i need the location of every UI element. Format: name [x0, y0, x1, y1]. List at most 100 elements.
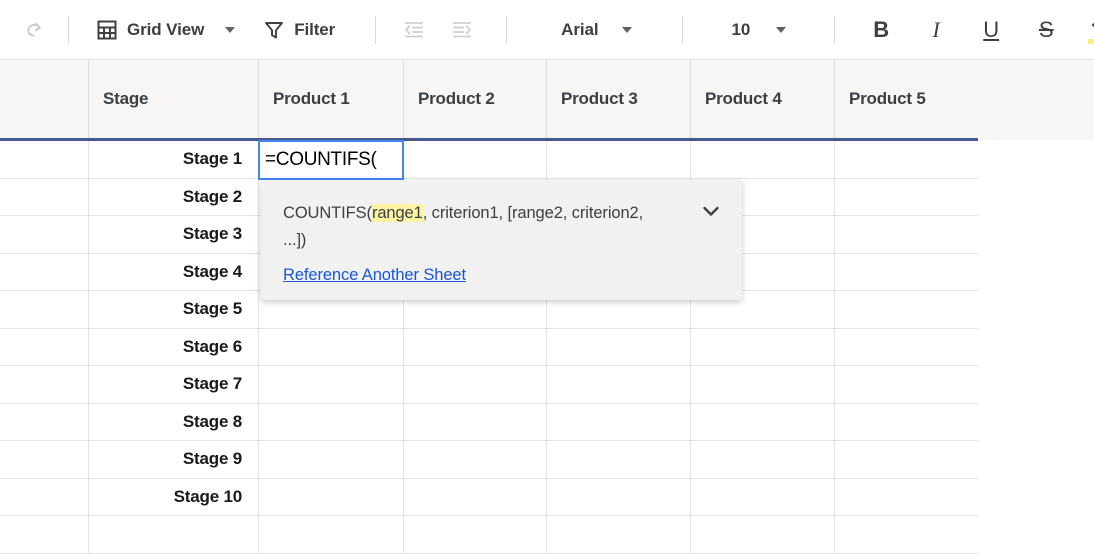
data-cell[interactable] [834, 291, 978, 329]
stage-label-cell[interactable]: Stage 6 [88, 328, 258, 366]
font-family-selector[interactable]: Arial [555, 11, 638, 49]
italic-button[interactable]: I [916, 10, 956, 50]
data-cell[interactable] [403, 478, 546, 516]
decrease-indent-button[interactable] [394, 10, 434, 50]
row-gutter-cell [0, 478, 88, 516]
increase-indent-button[interactable] [442, 10, 482, 50]
data-cell[interactable] [834, 366, 978, 404]
fill-color-button[interactable] [1081, 10, 1094, 50]
column-header-product-3[interactable]: Product 3 [546, 60, 690, 138]
grid-view-dropdown[interactable] [220, 10, 240, 50]
column-header-product-1[interactable]: Product 1 [258, 60, 403, 138]
row-gutter-cell [0, 291, 88, 329]
data-cell[interactable] [258, 328, 403, 366]
data-cell[interactable] [690, 328, 834, 366]
data-cell[interactable] [690, 403, 834, 441]
column-header-label: Product 2 [418, 89, 495, 108]
data-cell[interactable] [403, 441, 546, 479]
data-cell[interactable] [546, 141, 690, 179]
font-size-value: 10 [731, 19, 751, 39]
data-cell[interactable] [834, 516, 978, 554]
data-cell[interactable] [403, 516, 546, 554]
data-cell[interactable] [258, 441, 403, 479]
increase-indent-icon [450, 18, 474, 42]
formula-signature: COUNTIFS(range1, criterion1, [range2, cr… [283, 200, 653, 253]
row-gutter-cell [0, 403, 88, 441]
chevron-down-icon[interactable] [698, 198, 724, 229]
data-cell[interactable] [546, 478, 690, 516]
column-header-product-4[interactable]: Product 4 [690, 60, 834, 138]
formula-arg-highlighted: range1 [371, 204, 423, 222]
stage-label-cell[interactable]: Stage 2 [88, 178, 258, 216]
toolbar: Grid View Filter Arial 10 B I U S [0, 0, 1094, 60]
column-header-product-5[interactable]: Product 5 [834, 60, 978, 138]
data-cell[interactable] [546, 366, 690, 404]
stage-label-cell[interactable]: Stage 5 [88, 291, 258, 329]
data-cell[interactable] [690, 478, 834, 516]
column-header-stage[interactable]: Stage [88, 60, 258, 138]
table-row: Stage 8 [0, 403, 978, 441]
data-cell[interactable] [834, 216, 978, 254]
active-cell-value: =COUNTIFS( [265, 149, 377, 170]
underline-icon: U [983, 16, 1000, 42]
stage-label: Stage 6 [182, 336, 242, 356]
data-cell[interactable] [403, 141, 546, 179]
formula-name: COUNTIFS( [283, 204, 372, 222]
data-cell[interactable] [690, 141, 834, 179]
data-cell[interactable] [690, 366, 834, 404]
fill-color-swatch [1088, 38, 1094, 44]
stage-label-cell[interactable]: Stage 7 [88, 366, 258, 404]
data-cell[interactable] [258, 366, 403, 404]
data-cell[interactable] [258, 403, 403, 441]
stage-label-cell[interactable]: Stage 9 [88, 441, 258, 479]
stage-label-cell[interactable]: Stage 3 [88, 216, 258, 254]
data-cell[interactable] [834, 178, 978, 216]
data-cell[interactable] [403, 366, 546, 404]
font-size-selector[interactable]: 10 [725, 11, 792, 49]
stage-label: Stage 10 [173, 486, 243, 506]
active-cell-editor[interactable]: =COUNTIFS( [258, 140, 404, 180]
chevron-down-icon [622, 26, 633, 33]
row-gutter-cell [0, 516, 88, 554]
data-cell[interactable] [834, 253, 978, 291]
formula-autocomplete-tooltip: COUNTIFS(range1, criterion1, [range2, cr… [261, 180, 742, 300]
data-cell[interactable] [690, 441, 834, 479]
stage-label-cell[interactable]: Stage 8 [88, 403, 258, 441]
stage-label: Stage 8 [182, 411, 242, 431]
column-header-label: Stage [103, 89, 149, 108]
stage-label-cell[interactable]: Stage 4 [88, 253, 258, 291]
column-header-product-2[interactable]: Product 2 [403, 60, 546, 138]
filter-label: Filter [294, 19, 336, 39]
data-cell[interactable] [834, 328, 978, 366]
data-cell[interactable] [403, 328, 546, 366]
data-cell[interactable] [834, 441, 978, 479]
stage-label: Stage 5 [182, 299, 242, 319]
data-cell[interactable] [834, 478, 978, 516]
data-cell[interactable] [546, 403, 690, 441]
data-cell[interactable] [546, 441, 690, 479]
data-cell[interactable] [546, 516, 690, 554]
data-cell[interactable] [834, 403, 978, 441]
data-cell[interactable] [403, 403, 546, 441]
spreadsheet-grid: Stage Product 1 Product 2 Product 3 Prod… [0, 60, 1094, 554]
strikethrough-icon: S [1038, 16, 1054, 42]
table-grid-icon [95, 18, 119, 42]
underline-button[interactable]: U [971, 10, 1011, 50]
data-cell[interactable] [546, 328, 690, 366]
data-cell[interactable] [258, 516, 403, 554]
data-cell[interactable] [690, 516, 834, 554]
row-gutter-cell [0, 141, 88, 179]
row-gutter-cell [0, 178, 88, 216]
stage-label-cell[interactable]: Stage 10 [88, 478, 258, 516]
row-gutter-cell [0, 216, 88, 254]
data-cell[interactable] [258, 478, 403, 516]
redo-button[interactable] [14, 10, 54, 50]
filter-button[interactable]: Filter [256, 11, 341, 49]
strikethrough-button[interactable]: S [1026, 10, 1066, 50]
stage-label-cell[interactable] [88, 516, 258, 554]
bold-button[interactable]: B [861, 10, 901, 50]
grid-view-button[interactable]: Grid View [89, 11, 210, 49]
stage-label-cell[interactable]: Stage 1 [88, 141, 258, 179]
reference-another-sheet-link[interactable]: Reference Another Sheet [283, 266, 466, 285]
data-cell[interactable] [834, 141, 978, 179]
